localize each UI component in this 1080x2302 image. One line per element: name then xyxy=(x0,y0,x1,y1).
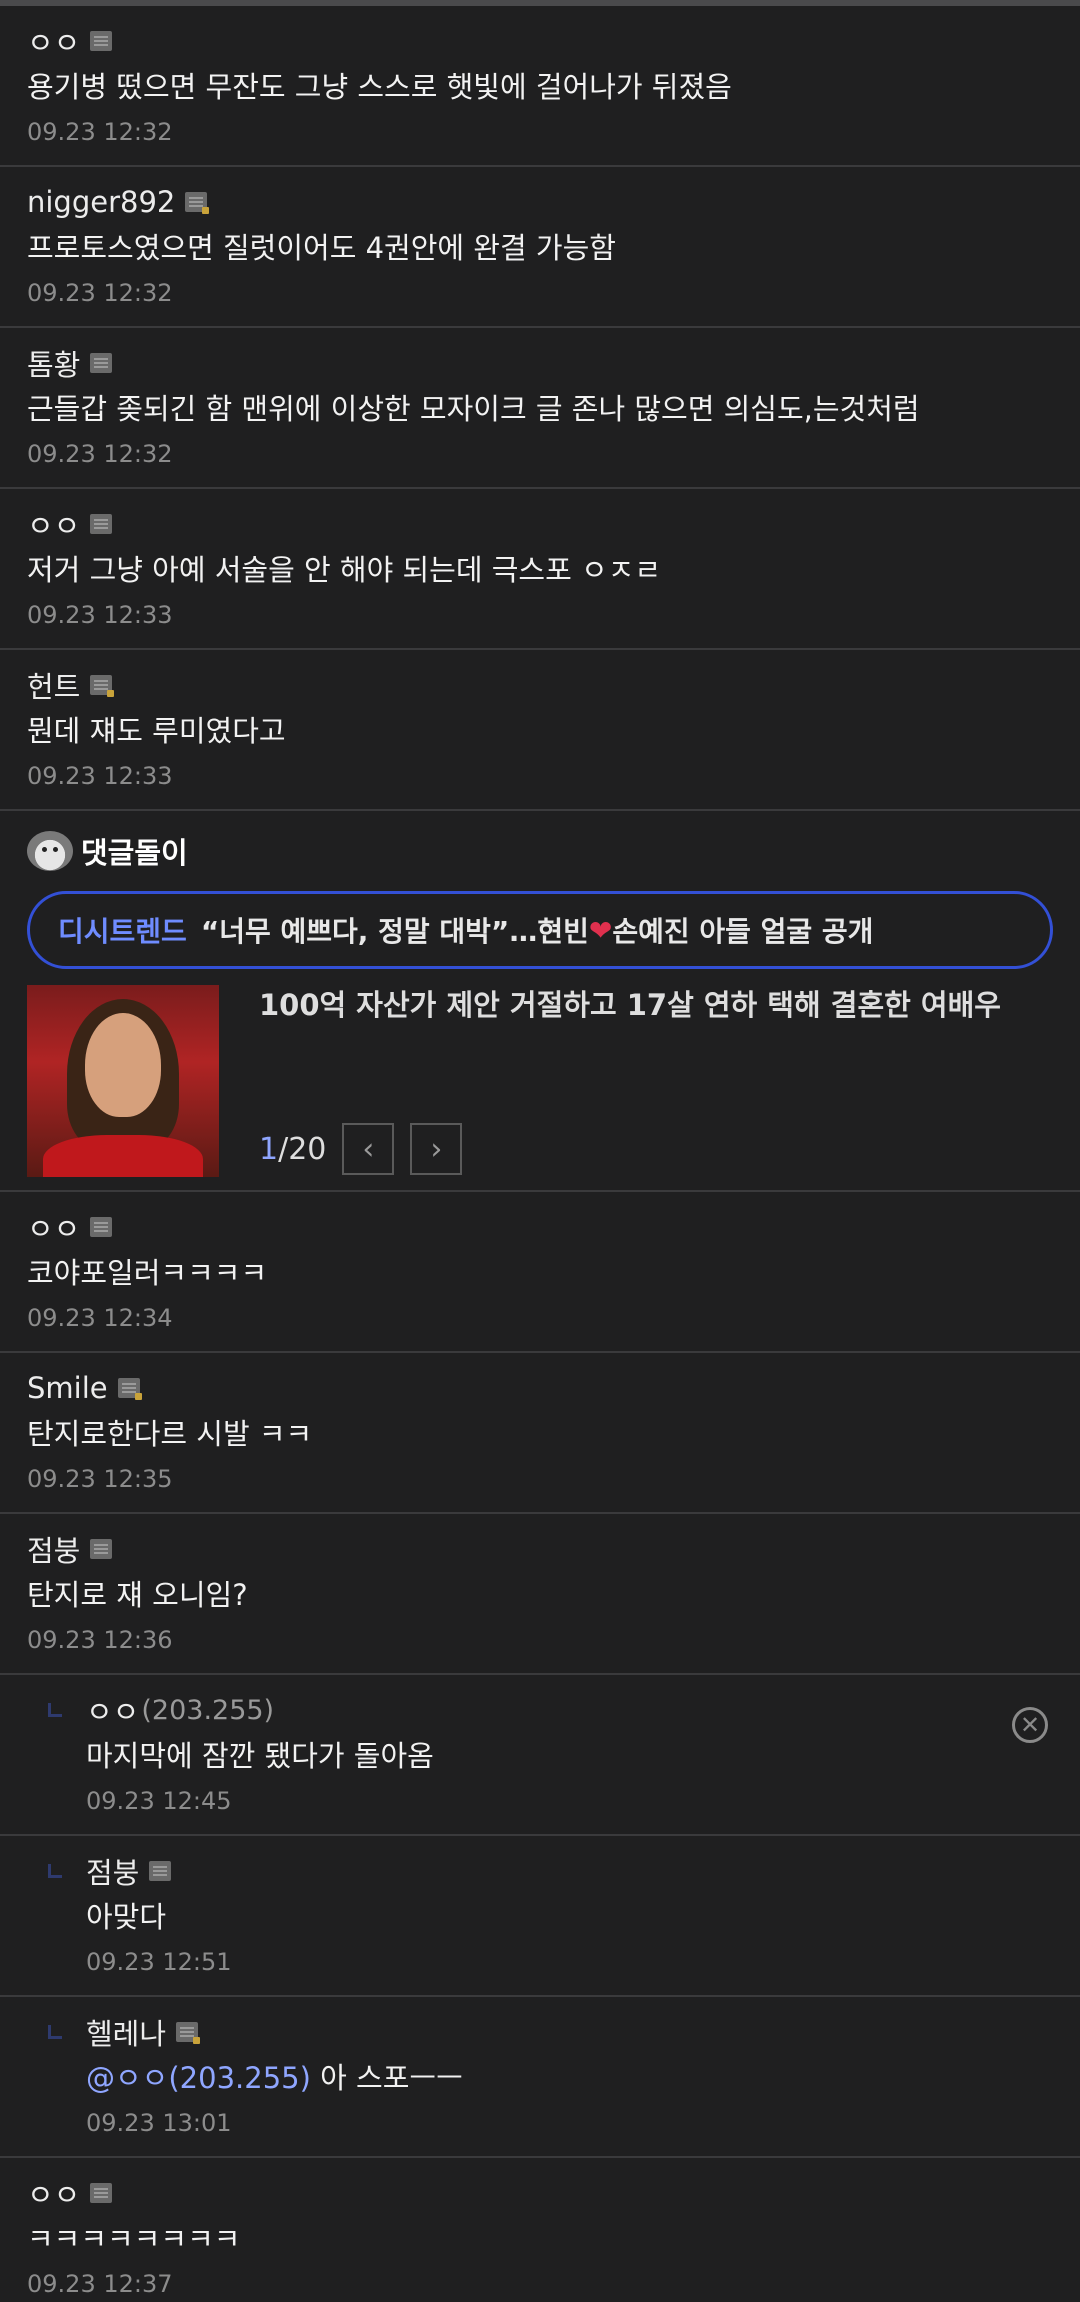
user-badge-icon xyxy=(90,2183,113,2203)
comment-ad-block: 댓글돌이 디시트렌드 “너무 예쁘다, 정말 대박”…현빈 ❤ 손예진 아들 얼… xyxy=(0,811,1080,1192)
reply-text-body: 아 스포ㅡㅡ xyxy=(310,2061,463,2095)
comment-item: ㅇㅇ 용기병 떴으면 무잔도 그냥 스스로 햇빛에 걸어나가 뒤졌음 09.23… xyxy=(0,6,1080,167)
comment-item: 톰황 근들갑 좆되긴 함 맨위에 이상한 모자이크 글 존나 많으면 의심도,는… xyxy=(0,328,1080,489)
reply-date: 09.23 12:51 xyxy=(86,1948,232,1976)
reply-author[interactable]: ㅇㅇ xyxy=(86,1689,139,1731)
comment-text: 근들갑 좆되긴 함 맨위에 이상한 모자이크 글 존나 많으면 의심도,는것처럼 xyxy=(27,392,920,426)
article-title-link[interactable]: 100억 자산가 제안 거절하고 17살 연하 택해 결혼한 여배우 xyxy=(259,985,1053,1025)
user-badge-icon xyxy=(176,2022,201,2044)
reply-arrow-icon xyxy=(48,1703,62,1717)
reply-arrow-icon xyxy=(48,1864,62,1878)
comment-item: Smile 탄지로한다르 시발 ㅋㅋ 09.23 12:35 xyxy=(0,1353,1080,1514)
comment-date: 09.23 12:32 xyxy=(27,118,173,146)
comment-date: 09.23 12:33 xyxy=(27,762,173,790)
comment-date: 09.23 12:34 xyxy=(27,1304,173,1332)
next-button[interactable]: › xyxy=(410,1123,463,1175)
comment-item: nigger892 프로토스였으면 질럿이어도 4권안에 완결 가능함 09.2… xyxy=(0,167,1080,328)
trend-headline-b: 손예진 아들 얼굴 공개 xyxy=(612,915,874,948)
comment-item: 점붕 탄지로 쟤 오니임? 09.23 12:36 xyxy=(0,1514,1080,1675)
comment-date: 09.23 12:37 xyxy=(27,2270,173,2298)
comment-author[interactable]: ㅇㅇ xyxy=(27,20,80,62)
mascot-logo-icon xyxy=(27,831,73,871)
comment-author[interactable]: nigger892 xyxy=(27,185,175,219)
reply-text: @ㅇㅇ(203.255) 아 스포ㅡㅡ xyxy=(86,2053,1053,2103)
reply-item: 점붕 아맞다 09.23 12:51 xyxy=(0,1836,1080,1997)
comment-author[interactable]: ㅇㅇ xyxy=(27,2172,80,2214)
close-icon: ✕ xyxy=(1019,1711,1041,1739)
reply-arrow-icon xyxy=(48,2025,62,2039)
comment-author[interactable]: 헌트 xyxy=(27,664,80,706)
delete-reply-button[interactable]: ✕ xyxy=(1012,1707,1048,1743)
comment-text: 탄지로한다르 시발 ㅋㅋ xyxy=(27,1417,313,1451)
reply-text: 마지막에 잠깐 됐다가 돌아옴 xyxy=(86,1739,434,1773)
user-badge-icon xyxy=(90,1539,113,1559)
user-badge-icon xyxy=(90,1217,113,1237)
user-badge-icon xyxy=(185,192,210,214)
prev-button[interactable]: ‹ xyxy=(342,1123,395,1175)
user-badge-icon xyxy=(90,514,113,534)
trend-banner-link[interactable]: 디시트렌드 “너무 예쁘다, 정말 대박”…현빈 ❤ 손예진 아들 얼굴 공개 xyxy=(27,891,1053,969)
comment-author[interactable]: 톰황 xyxy=(27,342,80,384)
heart-icon: ❤ xyxy=(588,913,613,947)
comment-author[interactable]: ㅇㅇ xyxy=(27,503,80,545)
comment-text: 뭔데 쟤도 루미였다고 xyxy=(27,714,286,748)
page-total: /20 xyxy=(278,1131,327,1167)
chevron-right-icon: › xyxy=(430,1131,443,1167)
reply-item: ㅇㅇ (203.255) 마지막에 잠깐 됐다가 돌아옴 09.23 12:45 … xyxy=(0,1675,1080,1836)
reply-author[interactable]: 점붕 xyxy=(86,1850,139,1892)
comment-author[interactable]: ㅇㅇ xyxy=(27,1206,80,1248)
comment-item: ㅇㅇ 코야포일러ㅋㅋㅋㅋ 09.23 12:34 xyxy=(0,1192,1080,1353)
trend-brand: 디시트렌드 xyxy=(58,915,187,948)
reply-author[interactable]: 헬레나 xyxy=(86,2011,166,2053)
chevron-left-icon: ‹ xyxy=(362,1131,375,1167)
comment-date: 09.23 12:35 xyxy=(27,1465,173,1493)
reply-text: 아맞다 xyxy=(86,1900,167,1934)
user-badge-icon xyxy=(117,1378,142,1400)
comment-text: 저거 그냥 아예 서술을 안 해야 되는데 극스포 ㅇㅈㄹ xyxy=(27,553,662,587)
comment-text: 용기병 떴으면 무잔도 그냥 스스로 햇빛에 걸어나가 뒤졌음 xyxy=(27,70,732,104)
pager: 1 /20 ‹ › xyxy=(259,1123,478,1175)
comment-text: 탄지로 쟤 오니임? xyxy=(27,1578,248,1612)
comment-date: 09.23 12:33 xyxy=(27,601,173,629)
comment-date: 09.23 12:36 xyxy=(27,1626,173,1654)
reply-date: 09.23 12:45 xyxy=(86,1787,232,1815)
comment-date: 09.23 12:32 xyxy=(27,440,173,468)
comment-item: ㅇㅇ ㅋㅋㅋㅋㅋㅋㅋㅋ 09.23 12:37 xyxy=(0,2158,1080,2302)
comment-author[interactable]: Smile xyxy=(27,1371,108,1405)
user-badge-icon xyxy=(90,353,113,373)
reply-date: 09.23 13:01 xyxy=(86,2109,232,2137)
ad-title: 댓글돌이 xyxy=(81,836,188,870)
reply-mention-link[interactable]: @ㅇㅇ(203.255) xyxy=(86,2061,311,2095)
user-badge-icon xyxy=(149,1861,172,1881)
comment-item: 헌트 뭔데 쟤도 루미였다고 09.23 12:33 xyxy=(0,650,1080,811)
comment-author[interactable]: 점붕 xyxy=(27,1528,80,1570)
reply-ip: (203.255) xyxy=(141,1694,275,1726)
reply-item: 헬레나 @ㅇㅇ(203.255) 아 스포ㅡㅡ 09.23 13:01 xyxy=(0,1997,1080,2158)
comment-item: ㅇㅇ 저거 그냥 아예 서술을 안 해야 되는데 극스포 ㅇㅈㄹ 09.23 1… xyxy=(0,489,1080,650)
comment-date: 09.23 12:32 xyxy=(27,279,173,307)
trend-headline-a: “너무 예쁘다, 정말 대박”…현빈 xyxy=(200,915,589,948)
comment-text: 프로토스였으면 질럿이어도 4권안에 완결 가능함 xyxy=(27,231,616,265)
user-badge-icon xyxy=(90,675,115,697)
page-current: 1 xyxy=(259,1131,279,1167)
article-thumbnail[interactable] xyxy=(27,985,219,1177)
comment-text: 코야포일러ㅋㅋㅋㅋ xyxy=(27,1256,268,1290)
user-badge-icon xyxy=(90,31,113,51)
comment-text: ㅋㅋㅋㅋㅋㅋㅋㅋ xyxy=(27,2222,241,2256)
